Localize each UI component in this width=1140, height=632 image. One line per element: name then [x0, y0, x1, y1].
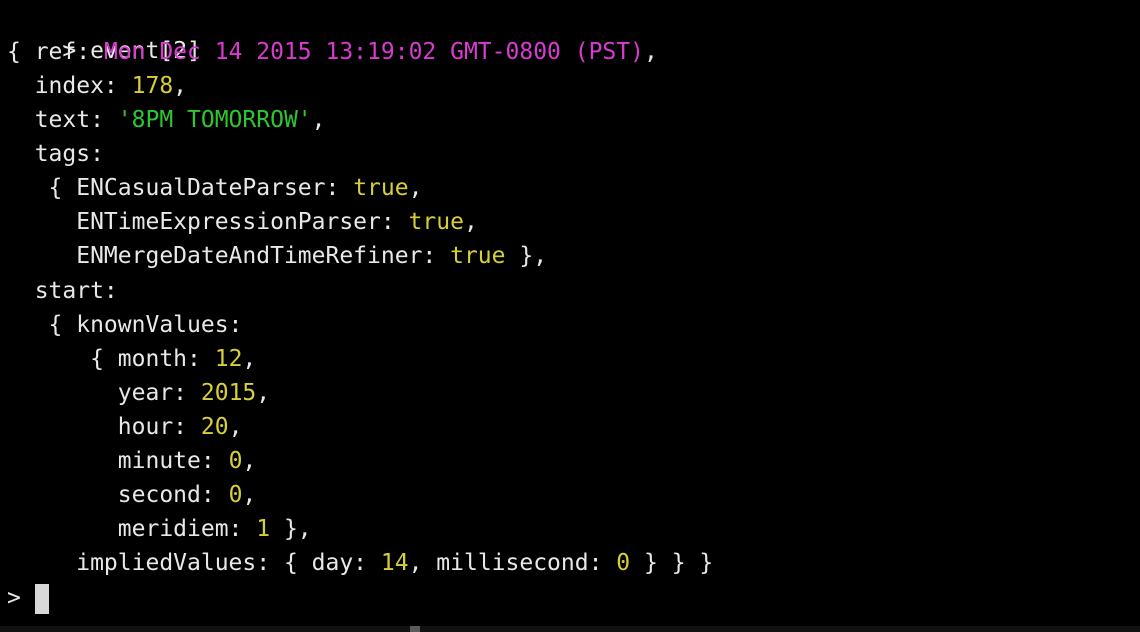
implied-millisecond-value: 0: [616, 550, 631, 576]
output-line-index: index: 178,: [7, 69, 187, 103]
tag-merge-value: true: [450, 243, 506, 269]
text-key: text:: [7, 107, 118, 133]
scrollbar-handle[interactable]: [410, 626, 420, 632]
output-line-tag-casual: { ENCasualDateParser: true,: [7, 171, 423, 205]
punctuation: ,: [256, 380, 271, 406]
input-line[interactable]: >: [7, 581, 49, 615]
output-line-tags: tags:: [7, 137, 104, 171]
punctuation: ,: [242, 346, 257, 372]
punctuation: ,: [408, 175, 423, 201]
tag-time-value: true: [408, 209, 464, 235]
punctuation: ,: [643, 39, 658, 65]
year-value: 2015: [200, 380, 257, 406]
output-line-year: year: 2015,: [7, 376, 270, 410]
output-line-tag-merge: ENMergeDateAndTimeRefiner: true },: [7, 239, 547, 273]
command-line: > event[2]: [7, 0, 201, 64]
punctuation: ,: [311, 107, 326, 133]
minute-key: minute:: [7, 448, 229, 474]
tag-casual-key: { ENCasualDateParser:: [7, 175, 354, 201]
output-line-start: start:: [7, 274, 118, 308]
month-value: 12: [214, 346, 243, 372]
terminal-window[interactable]: > event[2] { ref: Mon Dec 14 2015 13:19:…: [0, 0, 1140, 632]
punctuation: ,: [463, 209, 478, 235]
implied-day-value: 14: [380, 550, 409, 576]
punctuation: },: [505, 243, 548, 269]
ref-value: Mon Dec 14 2015 13:19:02 GMT-0800 (PST): [103, 39, 644, 65]
punctuation: } } }: [630, 550, 714, 576]
punctuation: ,: [242, 448, 257, 474]
output-line-hour: hour: 20,: [7, 410, 243, 444]
meridiem-value: 1: [256, 516, 271, 542]
output-line-implied-values: impliedValues: { day: 14, millisecond: 0…: [7, 546, 713, 580]
ref-key: { ref:: [7, 39, 104, 65]
output-line-ref: { ref: Mon Dec 14 2015 13:19:02 GMT-0800…: [7, 35, 658, 69]
punctuation: ,: [173, 73, 188, 99]
hour-key: hour:: [7, 414, 201, 440]
hour-value: 20: [200, 414, 229, 440]
output-line-minute: minute: 0,: [7, 444, 257, 478]
prompt-symbol-2: >: [7, 585, 35, 611]
tags-key: tags:: [7, 141, 104, 167]
text-value: '8PM TOMORROW': [117, 107, 312, 133]
second-value: 0: [228, 482, 243, 508]
output-line-tag-time: ENTimeExpressionParser: true,: [7, 205, 478, 239]
month-key: { month:: [7, 346, 215, 372]
year-key: year:: [7, 380, 201, 406]
implied-millisecond-key: , millisecond:: [408, 550, 617, 576]
punctuation: ,: [228, 414, 243, 440]
index-value: 178: [131, 73, 174, 99]
output-line-known-values: { knownValues:: [7, 308, 243, 342]
tag-merge-key: ENMergeDateAndTimeRefiner:: [7, 243, 451, 269]
start-key: start:: [7, 278, 118, 304]
output-line-text: text: '8PM TOMORROW',: [7, 103, 326, 137]
minute-value: 0: [228, 448, 243, 474]
output-line-second: second: 0,: [7, 478, 257, 512]
second-key: second:: [7, 482, 229, 508]
index-key: index:: [7, 73, 132, 99]
known-values-key: { knownValues:: [7, 312, 243, 338]
output-line-month: { month: 12,: [7, 342, 256, 376]
implied-values-key: impliedValues: { day:: [7, 550, 381, 576]
tag-casual-value: true: [353, 175, 409, 201]
text-cursor: [34, 583, 49, 614]
horizontal-scrollbar[interactable]: [0, 626, 1140, 632]
punctuation: },: [270, 516, 312, 542]
output-line-meridiem: meridiem: 1 },: [7, 512, 312, 546]
tag-time-key: ENTimeExpressionParser:: [7, 209, 409, 235]
punctuation: ,: [242, 482, 257, 508]
meridiem-key: meridiem:: [7, 516, 257, 542]
